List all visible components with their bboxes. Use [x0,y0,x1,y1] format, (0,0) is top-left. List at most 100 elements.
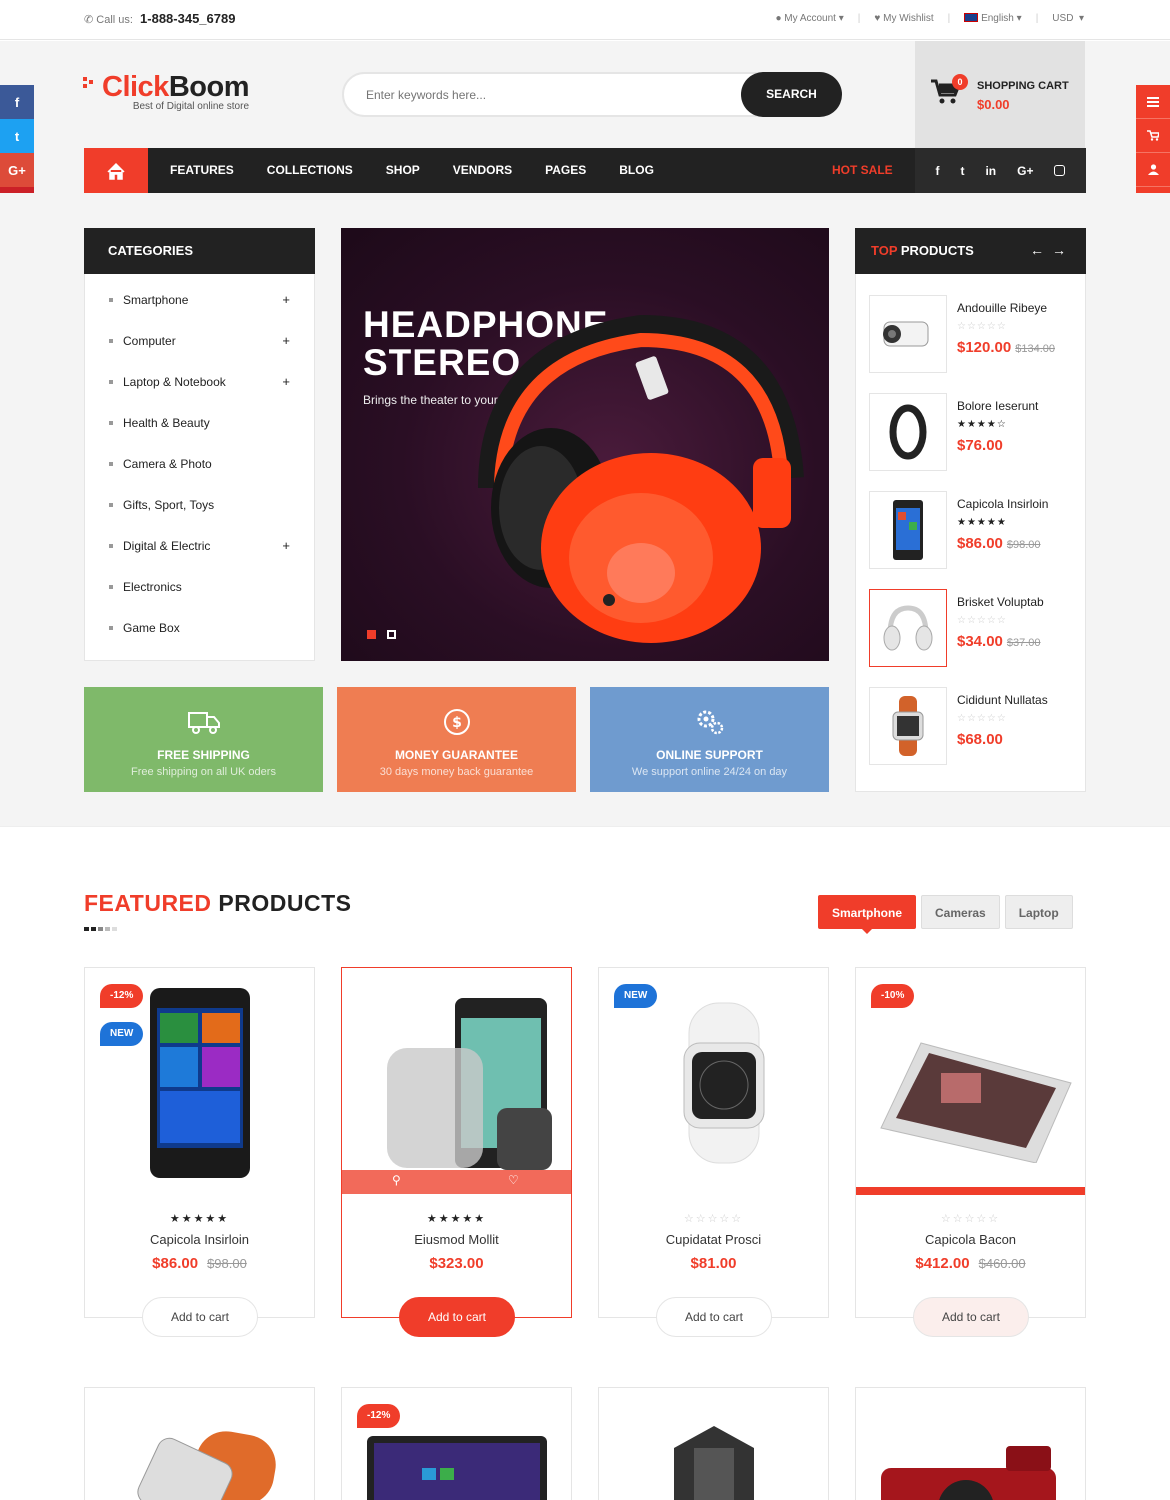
product-name[interactable]: Capicola Insirloin [85,1232,314,1247]
expand-icon[interactable]: + [282,374,290,389]
rating-stars: ☆☆☆☆☆ [957,321,1007,332]
product-thumb[interactable] [869,491,947,569]
expand-icon[interactable]: + [282,292,290,307]
top-product-item[interactable]: Capicola Insirloin ★★★★★ $86.00 $98.00 [869,491,1074,571]
logo-dots-icon [83,77,93,88]
search-icon[interactable]: ⚲ [392,1173,401,1187]
product-thumb[interactable] [869,295,947,373]
feature-title: FREE SHIPPING [157,748,250,762]
user-tool-icon[interactable] [1136,153,1170,187]
currency-selector[interactable]: USD ▾ [1052,13,1084,24]
top-product-item[interactable]: Cididunt Nullatas ☆☆☆☆☆ $68.00 [869,687,1074,767]
expand-icon[interactable]: + [282,333,290,348]
add-to-cart-button[interactable]: Add to cart [399,1297,515,1337]
logo[interactable]: ClickBoom Best of Digital online store [83,71,250,112]
nav-hot-sale[interactable]: HOT SALE [832,163,893,177]
add-to-cart-button[interactable]: Add to cart [142,1297,258,1337]
product-card[interactable] [598,1387,829,1500]
category-item[interactable]: Laptop & Notebook + [85,361,314,402]
search-button[interactable]: SEARCH [741,72,842,117]
product-thumb[interactable] [869,687,947,765]
category-item[interactable]: Camera & Photo [85,443,314,484]
tab-laptop[interactable]: Laptop [1004,895,1073,929]
product-name[interactable]: Capicola Bacon [856,1232,1085,1247]
category-item[interactable]: Electronics [85,566,314,607]
tab-cameras[interactable]: Cameras [921,895,1000,929]
shopping-cart[interactable]: 0 SHOPPING CART $0.00 [915,41,1085,148]
twitter-icon[interactable]: t [960,164,964,178]
category-item[interactable]: Digital & Electric + [85,525,314,566]
product-price: $34.00 $37.00 [957,633,1041,650]
tablet-image [367,1436,547,1500]
category-item[interactable]: Health & Beauty [85,402,314,443]
product-name[interactable]: Cupidatat Prosci [599,1232,828,1247]
logo-text-click: Click [102,71,169,103]
add-to-cart-button[interactable]: Add to cart [913,1297,1029,1337]
phone-number[interactable]: 1-888-345_6789 [140,11,235,26]
nav-collections[interactable]: COLLECTIONS [267,163,353,177]
category-item[interactable]: Gifts, Sport, Toys [85,484,314,525]
home-button[interactable] [84,148,148,193]
top-products-title: TOP PRODUCTS ←→ [855,228,1086,274]
expand-icon[interactable]: + [282,538,290,553]
product-card[interactable]: ⚲ ♡ ★★★★★ Eiusmod Mollit $323.00 Add to … [341,967,572,1337]
nav-vendors[interactable]: VENDORS [453,163,512,177]
product-thumb[interactable] [869,589,947,667]
linkedin-icon[interactable]: in [985,164,996,178]
nav-pages[interactable]: PAGES [545,163,586,177]
top-product-item[interactable]: Andouille Ribeye ☆☆☆☆☆ $120.00 $134.00 [869,295,1074,375]
product-name[interactable]: Andouille Ribeye [957,301,1047,315]
product-name[interactable]: Cididunt Nullatas [957,693,1048,707]
product-price: $120.00 $134.00 [957,339,1055,356]
my-account-link[interactable]: ● My Account ▾ [775,13,843,24]
google-plus-share-icon[interactable]: G+ [0,153,34,187]
nav-features[interactable]: FEATURES [170,163,234,177]
category-item[interactable]: Game Box [85,607,314,648]
menu-icon[interactable] [1136,85,1170,119]
header: ClickBoom Best of Digital online store S… [0,41,1170,148]
instagram-icon[interactable] [1054,165,1066,176]
product-thumb[interactable] [869,393,947,471]
product-card[interactable] [84,1387,315,1500]
product-name[interactable]: Capicola Insirloin [957,497,1048,511]
product-card[interactable]: -10% ☆☆☆☆☆ Capicola Bacon $412.00 $460.00… [855,967,1086,1337]
language-selector[interactable]: English ▾ [964,13,1022,24]
slider-dot[interactable] [387,630,396,639]
feature-online-support: ONLINE SUPPORT We support online 24/24 o… [590,687,829,792]
rating-stars: ☆☆☆☆☆ [957,615,1007,626]
product-name[interactable]: Eiusmod Mollit [342,1232,571,1247]
heart-icon[interactable]: ♡ [508,1173,519,1187]
slider-dot-active[interactable] [367,630,376,639]
product-card[interactable]: -12% [341,1387,572,1500]
google-plus-icon[interactable]: G+ [1017,164,1033,178]
speaker-image [674,1426,754,1500]
product-card[interactable]: -12% NEW ★★★★★ Capicola Insirloin $86.00… [84,967,315,1337]
twitter-share-icon[interactable]: t [0,119,34,153]
top-product-item[interactable]: Brisket Voluptab ☆☆☆☆☆ $34.00 $37.00 [869,589,1074,669]
arrow-right-icon[interactable]: → [1052,242,1074,258]
hero-slider[interactable]: HEADPHONE STEREO Brings the theater to yo… [341,228,829,661]
product-name[interactable]: Brisket Voluptab [957,595,1044,609]
product-image[interactable] [342,968,571,1198]
search-box: SEARCH [342,72,842,117]
nav-blog[interactable]: BLOG [619,163,654,177]
category-item[interactable]: Smartphone + [85,279,314,320]
cart-tool-icon[interactable] [1136,119,1170,153]
cart-label: SHOPPING CART [977,80,1069,92]
my-wishlist-link[interactable]: ♥ My Wishlist [874,13,933,24]
arrow-left-icon[interactable]: ← [1030,242,1052,258]
quick-actions-bar: ⚲ ♡ [342,1170,571,1194]
product-card[interactable] [855,1387,1086,1500]
facebook-icon[interactable]: f [935,164,939,178]
top-product-item[interactable]: Bolore Ieserunt ★★★★☆ $76.00 [869,393,1074,473]
facebook-share-icon[interactable]: f [0,85,34,119]
tab-smartphone[interactable]: Smartphone [818,895,917,934]
product-card[interactable]: NEW ☆☆☆☆☆ Cupidatat Prosci $81.00 Add to… [598,967,829,1337]
search-input[interactable] [366,84,726,106]
category-item[interactable]: Computer + [85,320,314,361]
add-to-cart-button[interactable]: Add to cart [656,1297,772,1337]
nav-shop[interactable]: SHOP [386,163,420,177]
rating-stars: ★★★★★ [169,1213,230,1225]
product-name[interactable]: Bolore Ieserunt [957,399,1038,413]
bullet-icon [109,297,113,302]
